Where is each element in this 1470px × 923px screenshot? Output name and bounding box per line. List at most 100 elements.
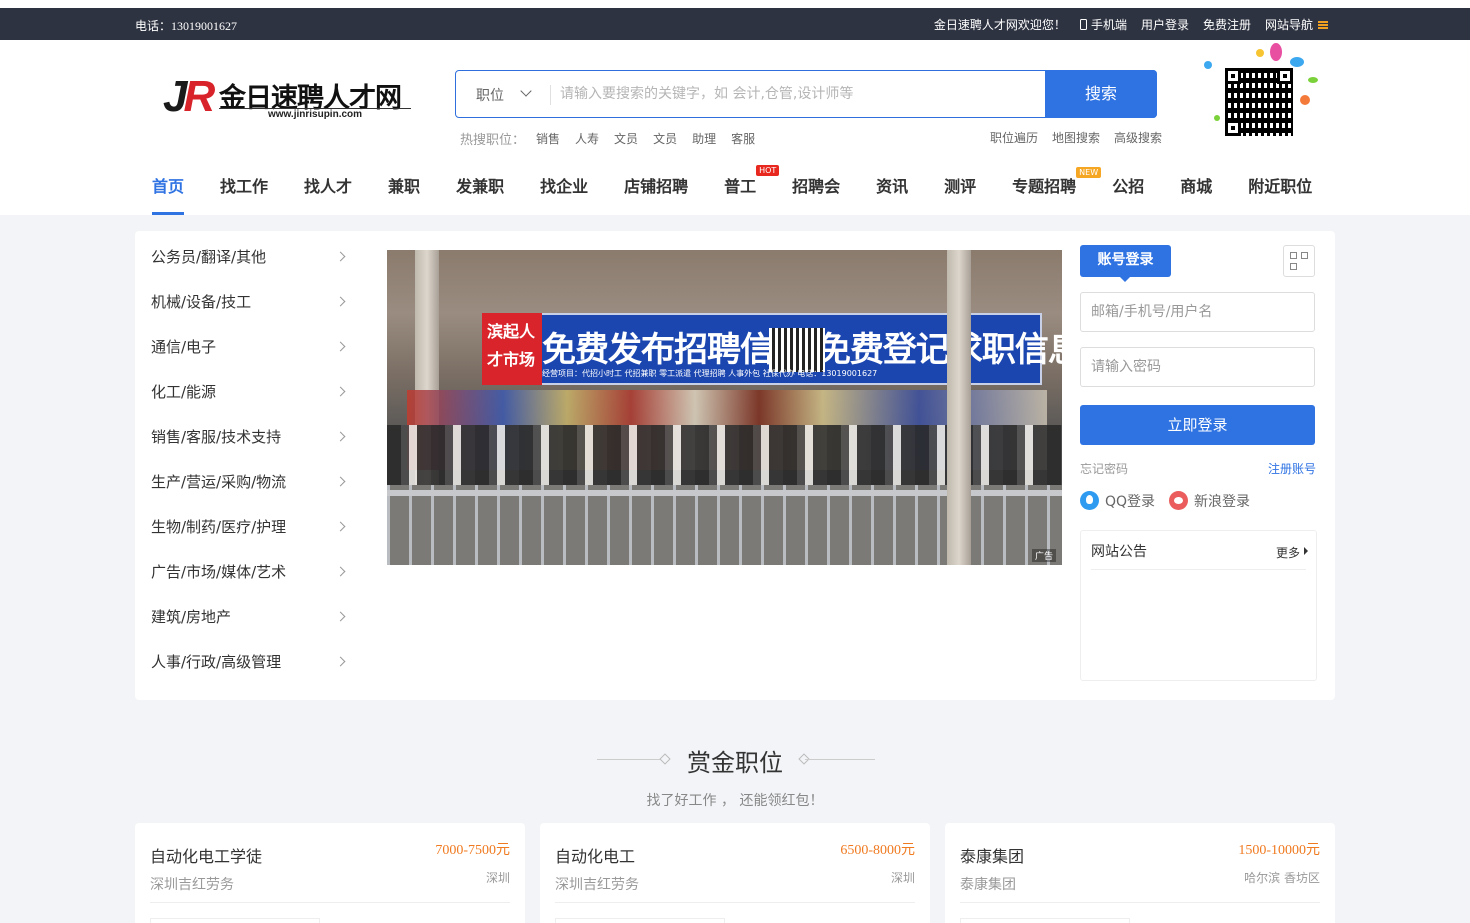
job-company[interactable]: 泰康集团 — [960, 874, 1016, 894]
category-item[interactable]: 生物/制药/医疗/护理 — [151, 501, 351, 546]
advanced-search-link[interactable]: 高级搜索 — [1114, 129, 1162, 146]
login-button[interactable]: 立即登录 — [1080, 405, 1315, 445]
search-category-select[interactable]: 职位 — [476, 85, 504, 105]
nav-item-general-worker[interactable]: 普工 HOT — [724, 165, 780, 215]
nav-item-store-jobs[interactable]: 店铺招聘 — [624, 173, 688, 215]
site-nav-link[interactable]: 网站导航 — [1265, 16, 1328, 33]
job-title[interactable]: 泰康集团 — [960, 843, 1024, 867]
nav-item-post-part-time[interactable]: 发兼职 — [456, 173, 504, 215]
job-location: 哈尔滨 香坊区 — [1244, 871, 1320, 885]
search-extra-links: 职位遍历 地图搜索 高级搜索 — [990, 129, 1162, 146]
hot-keyword[interactable]: 助理 — [692, 130, 716, 148]
hot-keyword[interactable]: 文员 — [653, 130, 677, 148]
account-login-tab[interactable]: 账号登录 — [1080, 245, 1171, 282]
hot-keywords: 热搜职位： 销售 人寿 文员 文员 助理 客服 — [460, 129, 755, 148]
hot-badge: HOT — [756, 165, 780, 176]
category-item[interactable]: 化工/能源 — [151, 366, 351, 411]
username-input[interactable] — [1081, 293, 1314, 331]
nav-item-news[interactable]: 资讯 — [876, 173, 908, 215]
qq-login-link[interactable]: QQ登录 — [1080, 491, 1155, 511]
chevron-right-icon — [335, 521, 346, 532]
hot-keywords-label: 热搜职位： — [460, 133, 526, 148]
nav-item-assessment[interactable]: 测评 — [944, 173, 976, 215]
notice-title: 网站公告 — [1091, 544, 1147, 560]
free-register-link[interactable]: 免费注册 — [1203, 16, 1251, 33]
chevron-right-icon — [335, 431, 346, 442]
ad-banner[interactable]: 滨起人才市场 免费发布招聘信息 免费登记求职信息 经营项目：代招小时工 代招兼职… — [387, 250, 1062, 565]
ad-label: 广告 — [1031, 549, 1056, 562]
forgot-password-link[interactable]: 忘记密码 — [1080, 460, 1128, 477]
nav-item-job-fair[interactable]: 招聘会 — [792, 173, 840, 215]
hot-keyword[interactable]: 文员 — [614, 130, 638, 148]
job-location: 深圳 — [485, 871, 510, 885]
qq-icon — [1080, 491, 1099, 510]
category-item[interactable]: 通信/电子 — [151, 321, 351, 366]
banner-qr-image — [769, 328, 825, 372]
job-company[interactable]: 深圳吉红劳务 — [150, 874, 234, 894]
password-field — [1080, 347, 1315, 387]
section-subtitle: 找了好工作 ， 还能领红包！ — [646, 793, 824, 809]
qr-login-icon — [1290, 252, 1297, 259]
qr-login-icon — [1290, 263, 1297, 270]
category-item[interactable]: 机械/设备/技工 — [151, 276, 351, 321]
job-title[interactable]: 自动化电工学徒 — [150, 843, 262, 867]
nav-item-find-company[interactable]: 找企业 — [540, 173, 588, 215]
nav-item-part-time[interactable]: 兼职 — [388, 173, 420, 215]
job-title[interactable]: 自动化电工 — [555, 843, 635, 867]
user-login-link[interactable]: 用户登录 — [1141, 16, 1189, 33]
username-field — [1080, 292, 1315, 332]
site-notice: 网站公告 更多 — [1080, 530, 1317, 681]
logo-url: www.jinrisupin.com — [219, 108, 411, 121]
qq-login-label: QQ登录 — [1105, 494, 1156, 510]
chevron-down-icon[interactable] — [520, 85, 532, 97]
nav-item-nearby-jobs[interactable]: 附近职位 — [1248, 173, 1312, 215]
category-label: 销售/客服/技术支持 — [151, 428, 282, 446]
password-input[interactable] — [1081, 348, 1314, 386]
category-label: 生物/制药/医疗/护理 — [151, 518, 287, 536]
weibo-login-link[interactable]: 新浪登录 — [1169, 491, 1250, 511]
notice-more-link[interactable]: 更多 — [1276, 544, 1309, 561]
hot-keyword[interactable]: 人寿 — [575, 130, 599, 148]
job-divider — [555, 902, 915, 903]
job-browse-link[interactable]: 职位遍历 — [990, 129, 1038, 146]
nav-item-find-talent[interactable]: 找人才 — [304, 173, 352, 215]
search-button[interactable]: 搜索 — [1045, 70, 1157, 118]
decor-blob — [1300, 95, 1310, 105]
mobile-phone-icon — [1079, 19, 1087, 30]
category-item[interactable]: 建筑/房地产 — [151, 591, 351, 636]
map-search-link[interactable]: 地图搜索 — [1052, 129, 1100, 146]
category-item[interactable]: 销售/客服/技术支持 — [151, 411, 351, 456]
mobile-link[interactable]: 手机端 — [1079, 16, 1127, 33]
site-nav-label: 网站导航 — [1264, 18, 1313, 32]
category-label: 广告/市场/媒体/艺术 — [151, 563, 287, 581]
job-divider — [150, 902, 510, 903]
site-logo[interactable]: JR 金日速聘人才网 www.jinrisupin.com — [163, 75, 413, 121]
search-input[interactable] — [560, 81, 1040, 107]
category-item[interactable]: 生产/营运/采购/物流 — [151, 456, 351, 501]
job-company[interactable]: 深圳吉红劳务 — [555, 874, 639, 894]
register-account-link[interactable]: 注册账号 — [1268, 460, 1316, 477]
nav-item-public-recruit[interactable]: 公招 — [1112, 173, 1144, 215]
category-item[interactable]: 人事/行政/高级管理 — [151, 636, 351, 681]
category-item[interactable]: 广告/市场/媒体/艺术 — [151, 546, 351, 591]
nav-item-general-worker-label: 普工 — [724, 177, 757, 196]
hot-keyword[interactable]: 销售 — [536, 130, 560, 148]
job-card[interactable]: 自动化电工 6500-8000元 深圳吉红劳务 深圳 — [540, 823, 930, 923]
hot-keyword[interactable]: 客服 — [731, 130, 755, 148]
header: JR 金日速聘人才网 www.jinrisupin.com 职位 搜索 热搜职位… — [0, 40, 1470, 215]
qr-finder — [1225, 68, 1241, 84]
decor-blob — [1308, 77, 1318, 83]
job-card[interactable]: 泰康集团 1500-10000元 泰康集团 哈尔滨 香坊区 — [945, 823, 1335, 923]
section-title: 赏金职位 — [687, 749, 783, 777]
job-card[interactable]: 自动化电工学徒 7000-7500元 深圳吉红劳务 深圳 — [135, 823, 525, 923]
nav-item-home[interactable]: 首页 — [152, 173, 185, 215]
job-salary: 1500-10000元 — [1238, 843, 1320, 858]
logo-mark-r: R — [183, 72, 215, 121]
qr-login-button[interactable] — [1283, 245, 1315, 277]
weibo-login-label: 新浪登录 — [1194, 494, 1251, 510]
category-label: 化工/能源 — [151, 383, 217, 401]
category-item[interactable]: 公务员/翻译/其他 — [151, 231, 351, 276]
nav-item-find-job[interactable]: 找工作 — [220, 173, 268, 215]
nav-item-topic-jobs[interactable]: 专题招聘 NEW — [1012, 167, 1102, 215]
nav-item-mall[interactable]: 商城 — [1180, 173, 1212, 215]
